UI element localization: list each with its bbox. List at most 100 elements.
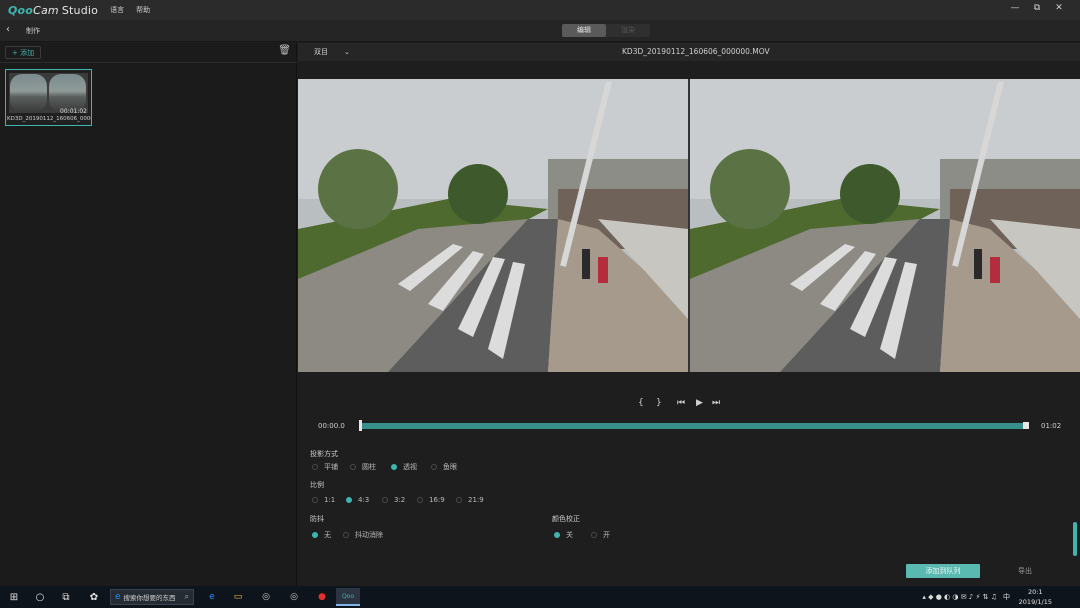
radio-icon: [431, 464, 437, 470]
clip-preview-image: [9, 73, 88, 113]
ratio-option-3-2[interactable]: 3:2: [382, 496, 405, 504]
mark-in-button[interactable]: {: [638, 398, 644, 408]
stereo-preview[interactable]: [298, 79, 1080, 372]
sub-header: ‹ 制作 编辑 渲染: [0, 20, 1080, 42]
radio-icon: [343, 532, 349, 538]
mode-tabs: 编辑 渲染: [562, 24, 650, 37]
right-eye-view: [690, 79, 1080, 372]
color-correction-title: 颜色校正: [552, 515, 580, 523]
color-option-on[interactable]: 开: [591, 530, 610, 540]
settings-scrollbar[interactable]: [1073, 522, 1077, 556]
projection-option-cylinder[interactable]: 圆柱: [350, 462, 376, 472]
app-pinned-icon[interactable]: ✿: [84, 586, 104, 608]
add-media-button[interactable]: + 添加: [5, 46, 42, 59]
view-mode-label: 双目: [314, 48, 328, 56]
menu-language[interactable]: 语言: [110, 5, 124, 15]
app-icon-2[interactable]: ◎: [282, 588, 306, 606]
timeline-playhead[interactable]: [359, 420, 362, 431]
windows-taskbar: ⊞ ○ ⧉ ✿ e 搜索你想要的东西 ⌕ e ▭ ◎ ◎ ● Qoo ▴ ◆ ●…: [0, 586, 1080, 608]
edge-icon: e: [115, 592, 121, 602]
street-scene-right: [690, 79, 1080, 372]
timeline: 00:00.0 01:02: [298, 420, 1080, 434]
radio-icon: [312, 497, 318, 503]
media-library-panel: + 添加 🗑 00:01:02 KD3D_20190112_160606_000…: [0, 43, 297, 586]
radio-icon: [350, 464, 356, 470]
timeline-track[interactable]: [360, 423, 1026, 429]
ime-indicator[interactable]: 中: [1003, 592, 1010, 602]
next-icon[interactable]: ⏭: [712, 398, 720, 408]
ratio-option-4-3[interactable]: 4:3: [346, 496, 369, 504]
tray-icons[interactable]: ▴ ◆ ● ◐ ◑ ✉ ♪ ⚡ ⇅ ♫: [922, 593, 997, 601]
page-title: 制作: [26, 27, 40, 35]
tab-render[interactable]: 渲染: [606, 24, 650, 37]
viewer-header: 双目 ⌄ KD3D_20190112_160606_000000.MOV: [298, 43, 1080, 61]
edge-browser-icon[interactable]: e: [200, 588, 224, 606]
projection-option-fisheye[interactable]: 鱼眼: [431, 462, 457, 472]
ratio-option-16-9[interactable]: 16:9: [417, 496, 445, 504]
minimize-icon[interactable]: —: [1004, 3, 1026, 13]
tab-edit[interactable]: 编辑: [562, 24, 606, 37]
taskbar-search[interactable]: e 搜索你想要的东西 ⌕: [110, 589, 194, 605]
export-button[interactable]: 导出: [1018, 566, 1032, 576]
search-placeholder: 搜索你想要的东西: [123, 594, 176, 602]
menu-help[interactable]: 帮助: [136, 5, 150, 15]
street-scene-left: [298, 79, 688, 372]
right-lens-image: [49, 74, 86, 112]
windows-start-icon[interactable]: ⊞: [4, 586, 24, 608]
viewer-filename: KD3D_20190112_160606_000000.MOV: [622, 47, 770, 56]
radio-icon: [417, 497, 423, 503]
cortana-icon[interactable]: ○: [30, 586, 50, 608]
stabilize-option-shake-removal[interactable]: 抖动消除: [343, 530, 383, 540]
clip-duration: 00:01:02: [60, 108, 87, 115]
qoocam-studio-window: Qoo Cam Studio 语言 帮助 — ⧉ ✕ ‹ 制作 编辑 渲染 + 添加…: [0, 0, 1080, 586]
ratio-option-1-1[interactable]: 1:1: [312, 496, 335, 504]
task-view-icon[interactable]: ⧉: [56, 586, 76, 608]
radio-selected-icon: [554, 532, 560, 538]
title-bar: Qoo Cam Studio 语言 帮助 — ⧉ ✕: [0, 0, 1080, 20]
taskbar-clock[interactable]: 20:1 2019/1/15: [1019, 587, 1052, 607]
projection-option-flat[interactable]: 平铺: [312, 462, 338, 472]
radio-selected-icon: [346, 497, 352, 503]
clock-date: 2019/1/15: [1018, 598, 1052, 606]
projection-option-perspective[interactable]: 透视: [391, 462, 417, 472]
left-eye-view: [298, 79, 688, 372]
app-logo: Qoo Cam Studio: [8, 3, 99, 17]
timeline-end-handle[interactable]: [1023, 422, 1029, 429]
ratio-title: 比例: [310, 481, 324, 489]
clip-filename: KD3D_20190112_160606_000000.MOV: [7, 116, 91, 122]
system-tray: ▴ ◆ ● ◐ ◑ ✉ ♪ ⚡ ⇅ ♫ 中: [922, 586, 1080, 608]
export-settings: 投影方式 平铺 圆柱 透视 鱼眼 比例 1:1 4:3 3:2 16:9 21:…: [298, 448, 1080, 548]
projection-title: 投影方式: [310, 450, 338, 458]
mark-out-button[interactable]: }: [656, 398, 662, 408]
qoocam-taskbar-icon[interactable]: Qoo: [336, 588, 360, 606]
app-icon-1[interactable]: ◎: [254, 588, 278, 606]
file-explorer-icon[interactable]: ▭: [226, 588, 250, 606]
close-icon[interactable]: ✕: [1048, 3, 1070, 13]
timeline-start-time: 00:00.0: [318, 422, 345, 430]
menu-bar: 语言 帮助: [110, 5, 162, 15]
play-icon[interactable]: ▶: [696, 398, 703, 408]
color-option-off[interactable]: 关: [554, 530, 573, 540]
clock-time: 20:1: [1028, 588, 1043, 596]
search-icon: ⌕: [184, 592, 189, 601]
chevron-down-icon: ⌄: [344, 48, 350, 56]
stabilize-option-none[interactable]: 无: [312, 530, 331, 540]
radio-icon: [382, 497, 388, 503]
window-controls: — ⧉ ✕: [1004, 3, 1070, 13]
radio-selected-icon: [391, 464, 397, 470]
restore-icon[interactable]: ⧉: [1026, 3, 1048, 13]
clip-thumbnail[interactable]: 00:01:02 KD3D_20190112_160606_000000.MOV: [5, 69, 92, 126]
radio-icon: [591, 532, 597, 538]
previous-icon[interactable]: ⏮: [677, 398, 685, 408]
radio-icon: [456, 497, 462, 503]
timeline-end-time: 01:02: [1041, 422, 1062, 430]
view-mode-dropdown[interactable]: 双目 ⌄: [314, 47, 350, 57]
stabilize-title: 防抖: [310, 515, 324, 523]
record-app-icon[interactable]: ●: [310, 588, 334, 606]
add-to-queue-button[interactable]: 添加到队列: [906, 564, 980, 578]
back-icon[interactable]: ‹: [6, 24, 10, 35]
ratio-option-21-9[interactable]: 21:9: [456, 496, 484, 504]
radio-selected-icon: [312, 532, 318, 538]
radio-icon: [312, 464, 318, 470]
trash-icon[interactable]: 🗑: [278, 45, 291, 56]
